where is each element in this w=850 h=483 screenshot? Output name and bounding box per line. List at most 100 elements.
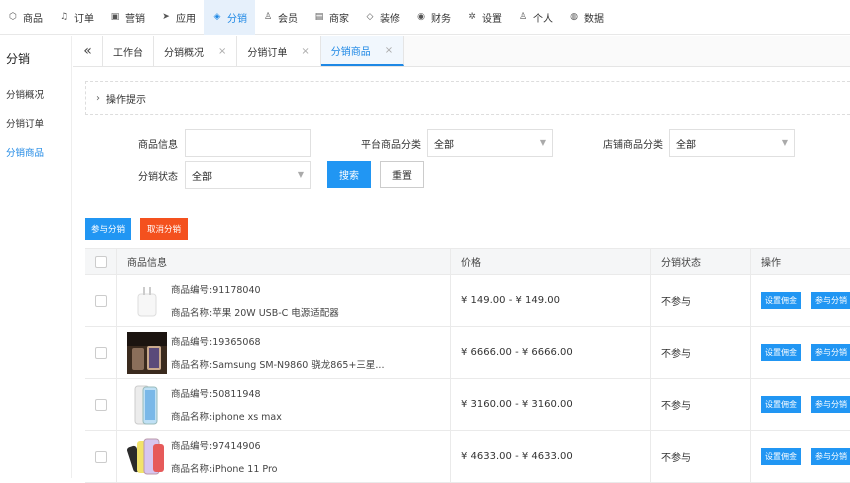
row-check-cell [85, 379, 117, 430]
set-commission-button[interactable]: 设置佣金 [761, 292, 801, 309]
brush-icon: ◇ [366, 12, 374, 22]
product-info-cell: 商品编号:50811948 商品名称:iphone xs max [117, 379, 451, 430]
platform-category-select[interactable]: 全部 ▼ [427, 129, 553, 157]
product-code: 商品编号:50811948 [171, 389, 261, 400]
nav-label: 订单 [74, 13, 94, 25]
product-info-cell: 商品编号:19365068 商品名称:Samsung SM-N9860 骁龙86… [117, 327, 451, 378]
operation-tips[interactable]: › 操作提示 [85, 81, 850, 115]
status-label: 分销状态 [138, 172, 178, 183]
price-cell: ¥ 3160.00 - ¥ 3160.00 [451, 379, 651, 430]
nav-item-finance[interactable]: ◉ 财务 [408, 0, 459, 35]
nav-item-products[interactable]: ⬡ 商品 [0, 0, 51, 35]
shop-category-select[interactable]: 全部 ▼ [669, 129, 795, 157]
nav-item-distribution[interactable]: ◈ 分销 [204, 0, 255, 35]
nav-label: 营销 [125, 13, 145, 25]
nav-item-settings[interactable]: ✲ 设置 [459, 0, 510, 35]
product-info-input[interactable] [185, 129, 311, 157]
nav-label: 会员 [278, 13, 298, 25]
nav-item-apps[interactable]: ➤ 应用 [153, 0, 204, 35]
status-cell: 不参与 [651, 379, 751, 430]
header-op: 操作 [761, 258, 781, 269]
product-name: 商品名称:苹果 20W USB-C 电源适配器 [171, 308, 339, 319]
price-cell: ¥ 6666.00 - ¥ 6666.00 [451, 327, 651, 378]
nav-item-data[interactable]: ◍ 数据 [561, 0, 612, 35]
product-code: 商品编号:97414906 [171, 441, 261, 452]
nav-item-orders[interactable]: ♫ 订单 [51, 0, 102, 35]
table-row: 商品编号:50811948 商品名称:iphone xs max ¥ 3160.… [85, 379, 850, 431]
paper-plane-icon: ➤ [162, 12, 170, 22]
tab-overview[interactable]: 分销概况 × [154, 36, 238, 66]
join-distribution-row-button[interactable]: 参与分销 [811, 292, 850, 309]
tab-orders[interactable]: 分销订单 × [237, 36, 321, 66]
caret-down-icon: ▼ [297, 170, 304, 179]
product-name: 商品名称:iphone xs max [171, 412, 282, 423]
collapse-sidebar-icon[interactable]: « [73, 36, 103, 66]
tab-products[interactable]: 分销商品 × [320, 36, 405, 66]
reset-button[interactable]: 重置 [380, 161, 424, 188]
chevron-right-icon: › [96, 92, 100, 104]
row-checkbox[interactable] [94, 346, 107, 359]
product-info-cell: 商品编号:97414906 商品名称:iPhone 11 Pro [117, 431, 451, 482]
samsung-phone-image [127, 331, 167, 374]
row-check-cell [85, 431, 117, 482]
set-commission-button[interactable]: 设置佣金 [761, 396, 801, 413]
tab-label: 工作台 [113, 47, 143, 59]
table-header: 商品信息 价格 分销状态 操作 [85, 248, 850, 275]
row-check-cell [85, 275, 117, 326]
tab-label: 分销订单 [247, 47, 288, 59]
row-checkbox[interactable] [94, 450, 107, 463]
adapter-image [127, 279, 167, 322]
table-row: 商品编号:19365068 商品名称:Samsung SM-N9860 骁龙86… [85, 327, 850, 379]
select-value: 全部 [676, 139, 696, 151]
caret-down-icon: ▼ [781, 138, 788, 147]
join-distribution-button[interactable]: 参与分销 [85, 218, 131, 240]
sidebar-item-overview[interactable]: 分销概况 [0, 81, 71, 110]
nav-label: 商品 [23, 13, 43, 25]
person-icon: ♙ [518, 12, 528, 22]
close-icon[interactable]: × [218, 46, 226, 57]
product-info-cell: 商品编号:91178040 商品名称:苹果 20W USB-C 电源适配器 [117, 275, 451, 326]
op-cell: 设置佣金 参与分销 [751, 275, 850, 326]
row-check-cell [85, 327, 117, 378]
cancel-distribution-button[interactable]: 取消分销 [140, 218, 188, 240]
op-cell: 设置佣金 参与分销 [751, 431, 850, 482]
product-code: 商品编号:19365068 [171, 337, 261, 348]
row-checkbox[interactable] [94, 398, 107, 411]
join-distribution-row-button[interactable]: 参与分销 [811, 448, 850, 465]
status-cell: 不参与 [651, 327, 751, 378]
product-thumbnail [127, 435, 167, 478]
select-all-checkbox[interactable] [94, 255, 107, 268]
search-button[interactable]: 搜索 [327, 161, 371, 188]
bell-icon: ♫ [59, 12, 69, 22]
join-distribution-row-button[interactable]: 参与分销 [811, 344, 850, 361]
top-nav: ⬡ 商品 ♫ 订单 ▣ 营销 ➤ 应用 ◈ 分销 ♙ 会员 ▤ 商家 ◇ 装修 ◉ 财务 ✲ 设置 … [0, 0, 850, 35]
close-icon[interactable]: × [385, 45, 393, 56]
header-price: 价格 [451, 249, 651, 274]
price-cell: ¥ 149.00 - ¥ 149.00 [451, 275, 651, 326]
nav-item-marketing[interactable]: ▣ 营销 [102, 0, 153, 35]
status-select[interactable]: 全部 ▼ [185, 161, 311, 189]
close-icon[interactable]: × [301, 46, 309, 57]
store-icon: ▤ [314, 12, 324, 22]
nav-item-members[interactable]: ♙ 会员 [255, 0, 306, 35]
tab-workbench[interactable]: 工作台 [103, 36, 154, 66]
join-distribution-row-button[interactable]: 参与分销 [811, 396, 850, 413]
nav-label: 应用 [176, 13, 196, 25]
product-name: 商品名称:Samsung SM-N9860 骁龙865+三星... [171, 360, 385, 371]
money-icon: ◉ [417, 12, 425, 22]
nav-item-decoration[interactable]: ◇ 装修 [357, 0, 408, 35]
nav-item-personal[interactable]: ♙ 个人 [510, 0, 561, 35]
sidebar-title: 分销 [6, 52, 31, 66]
nav-label: 商家 [329, 13, 349, 25]
row-checkbox[interactable] [94, 294, 107, 307]
table-row: 商品编号:91178040 商品名称:苹果 20W USB-C 电源适配器 ¥ … [85, 275, 850, 327]
sidebar-item-products[interactable]: 分销商品 [0, 139, 71, 168]
set-commission-button[interactable]: 设置佣金 [761, 344, 801, 361]
header-status: 分销状态 [651, 249, 751, 274]
set-commission-button[interactable]: 设置佣金 [761, 448, 801, 465]
user-icon: ♙ [263, 12, 273, 22]
sidebar-item-orders[interactable]: 分销订单 [0, 110, 71, 139]
nav-item-merchants[interactable]: ▤ 商家 [306, 0, 357, 35]
op-cell: 设置佣金 参与分销 [751, 379, 850, 430]
shop-category-label: 店铺商品分类 [603, 140, 663, 151]
